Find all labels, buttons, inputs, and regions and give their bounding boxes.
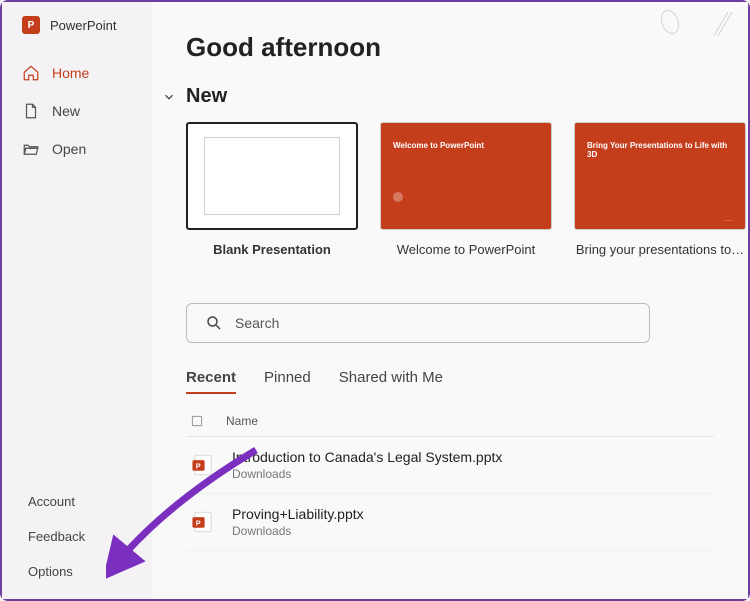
file-list-header: Name — [186, 406, 714, 437]
tab-pinned[interactable]: Pinned — [264, 369, 311, 394]
template-label: Blank Presentation — [186, 242, 358, 257]
nav-home[interactable]: Home — [2, 54, 152, 92]
template-label: Welcome to PowerPoint — [380, 242, 552, 257]
folder-open-icon — [22, 140, 40, 158]
greeting: Good afternoon — [186, 32, 714, 63]
app-title: P PowerPoint — [2, 10, 152, 54]
sidebar: P PowerPoint Home New Open Account Feedb… — [2, 2, 152, 599]
pptx-file-icon: P — [190, 452, 216, 478]
thumb-decor: —— — [587, 217, 733, 222]
nav-label: New — [52, 103, 80, 119]
powerpoint-icon: P — [22, 16, 40, 34]
thumb-subtitle — [393, 154, 539, 160]
tab-recent[interactable]: Recent — [186, 369, 236, 394]
search-box[interactable] — [186, 303, 650, 343]
pptx-file-icon: P — [190, 509, 216, 535]
home-icon — [22, 64, 40, 82]
tab-shared[interactable]: Shared with Me — [339, 369, 443, 394]
search-input[interactable] — [235, 315, 631, 331]
template-thumb — [186, 122, 358, 230]
nav-feedback[interactable]: Feedback — [2, 519, 152, 554]
svg-text:P: P — [196, 461, 201, 470]
thumb-title: Bring Your Presentations to Life with 3D — [587, 141, 733, 159]
column-name[interactable]: Name — [226, 414, 258, 428]
app-name: PowerPoint — [50, 18, 116, 33]
section-title: New — [186, 85, 227, 108]
file-tabs: Recent Pinned Shared with Me — [186, 369, 714, 394]
thumb-title: Welcome to PowerPoint — [393, 141, 539, 150]
nav-label: Options — [28, 564, 73, 579]
nav-account[interactable]: Account — [2, 484, 152, 519]
template-gallery: Blank Presentation Welcome to PowerPoint… — [186, 122, 714, 257]
nav-new[interactable]: New — [2, 92, 152, 130]
document-icon — [22, 102, 40, 120]
template-thumb: Bring Your Presentations to Life with 3D… — [574, 122, 746, 230]
chevron-down-icon — [162, 90, 176, 104]
checkbox-icon — [190, 414, 204, 428]
nav-label: Account — [28, 494, 75, 509]
template-thumb: Welcome to PowerPoint — [380, 122, 552, 230]
main-content: Good afternoon New Blank Presentation We… — [152, 2, 748, 599]
thumb-logo-icon — [393, 192, 403, 202]
svg-text:P: P — [196, 518, 201, 527]
file-location: Downloads — [232, 524, 364, 538]
nav-options[interactable]: Options — [2, 554, 152, 589]
template-label: Bring your presentations to… — [574, 242, 746, 257]
nav-label: Home — [52, 65, 89, 81]
file-name: Proving+Liability.pptx — [232, 506, 364, 522]
select-all-checkbox[interactable] — [190, 414, 206, 428]
file-row[interactable]: P Introduction to Canada's Legal System.… — [186, 437, 714, 494]
template-blank[interactable]: Blank Presentation — [186, 122, 358, 257]
new-section-header[interactable]: New — [162, 85, 714, 108]
nav-open[interactable]: Open — [2, 130, 152, 168]
nav-label: Feedback — [28, 529, 85, 544]
file-location: Downloads — [232, 467, 502, 481]
template-welcome[interactable]: Welcome to PowerPoint Welcome to PowerPo… — [380, 122, 552, 257]
file-row[interactable]: P Proving+Liability.pptx Downloads — [186, 494, 714, 551]
template-3d[interactable]: Bring Your Presentations to Life with 3D… — [574, 122, 746, 257]
file-name: Introduction to Canada's Legal System.pp… — [232, 449, 502, 465]
search-icon — [205, 314, 223, 332]
nav-label: Open — [52, 141, 86, 157]
